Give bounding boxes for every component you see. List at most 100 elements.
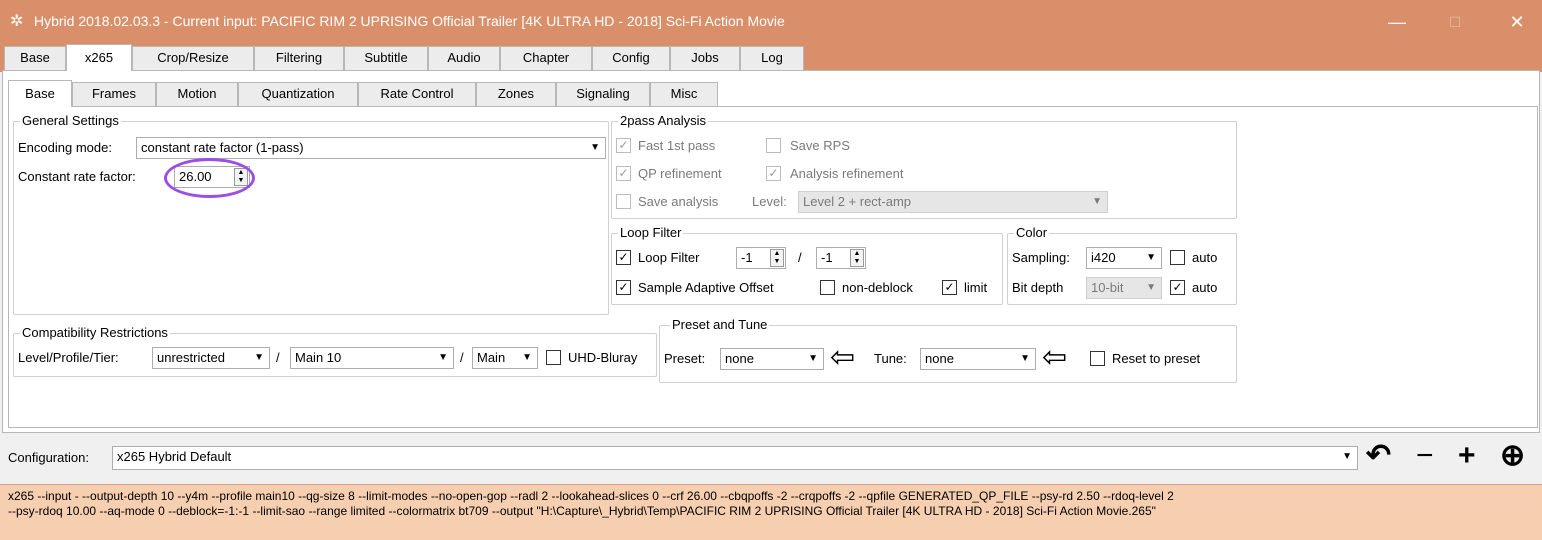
loop-filter-title: Loop Filter — [618, 225, 684, 240]
preset-select[interactable]: none ▼ — [720, 348, 824, 370]
dropdown-arrow-icon: ▼ — [1146, 252, 1156, 263]
bitdepth-value: 10-bit — [1091, 280, 1124, 295]
dropdown-arrow-icon: ▼ — [438, 352, 448, 363]
qp-refinement-checkbox[interactable]: ✓ — [616, 166, 631, 181]
level-restriction-select[interactable]: unrestricted ▼ — [152, 347, 270, 369]
twopass-analysis-group: 2pass Analysis ✓ Fast 1st pass Save RPS … — [611, 113, 1237, 219]
tab-x265[interactable]: x265 — [66, 44, 132, 71]
crf-value: 26.00 — [179, 169, 212, 184]
tune-select[interactable]: none ▼ — [920, 348, 1036, 370]
tab-jobs[interactable]: Jobs — [670, 46, 740, 70]
tab-subtitle[interactable]: Subtitle — [344, 46, 428, 70]
tab-filtering[interactable]: Filtering — [254, 46, 344, 70]
left-arrow-icon[interactable]: ⇦ — [1042, 343, 1067, 373]
crf-label: Constant rate factor: — [18, 169, 136, 184]
loop-filter-alpha-value: -1 — [741, 250, 753, 265]
command-line-2: --psy-rdoq 10.00 --aq-mode 0 --deblock=-… — [8, 504, 1156, 518]
tune-label: Tune: — [874, 351, 907, 366]
analysis-refinement-label: Analysis refinement — [790, 166, 904, 181]
tab-zones[interactable]: Zones — [476, 82, 556, 106]
tier-select[interactable]: Main ▼ — [472, 347, 538, 369]
save-analysis-checkbox[interactable] — [616, 194, 631, 209]
fast-first-pass-checkbox[interactable]: ✓ — [616, 138, 631, 153]
compatibility-group: Compatibility Restrictions Level/Profile… — [13, 325, 657, 377]
loop-filter-group: Loop Filter ✓ Loop Filter -1 ▲ ▼ / -1 ▲ ▼ … — [611, 225, 1003, 305]
dropdown-arrow-icon: ▼ — [254, 352, 264, 363]
preset-value: none — [725, 351, 754, 366]
tab-log[interactable]: Log — [740, 46, 804, 70]
sampling-value: i420 — [1091, 250, 1116, 265]
dropdown-arrow-icon: ▼ — [1342, 451, 1352, 462]
tab-frames[interactable]: Frames — [72, 82, 156, 106]
reset-to-preset-checkbox[interactable] — [1090, 351, 1105, 366]
preset-tune-group: Preset and Tune Preset: none ▼ ⇦ Tune: n… — [659, 317, 1237, 383]
encoding-mode-select[interactable]: constant rate factor (1-pass) ▼ — [136, 137, 606, 159]
loop-filter-alpha-spinbox[interactable]: -1 ▲ ▼ — [736, 247, 786, 269]
tab-base[interactable]: Base — [4, 46, 66, 70]
undo-icon[interactable]: ↶ — [1366, 438, 1391, 474]
tier-separator: / — [460, 350, 464, 365]
maximize-icon[interactable]: ☐ — [1432, 0, 1478, 44]
compatibility-title: Compatibility Restrictions — [20, 325, 170, 340]
encoding-mode-value: constant rate factor (1-pass) — [141, 140, 304, 155]
minus-icon[interactable]: − — [1416, 438, 1434, 474]
loop-filter-separator: / — [798, 250, 802, 265]
left-arrow-icon[interactable]: ⇦ — [830, 343, 855, 373]
save-rps-label: Save RPS — [790, 138, 850, 153]
general-settings-title: General Settings — [20, 113, 121, 128]
tab-misc[interactable]: Misc — [650, 82, 718, 106]
tier-value: Main — [477, 350, 506, 365]
tab-motion[interactable]: Motion — [156, 82, 238, 106]
level-select[interactable]: Level 2 + rect-amp ▼ — [798, 191, 1108, 213]
sampling-select[interactable]: i420 ▼ — [1086, 247, 1162, 269]
title-bar: ✲ Hybrid 2018.02.03.3 - Current input: P… — [0, 0, 1542, 44]
sampling-auto-checkbox[interactable] — [1170, 250, 1185, 265]
save-rps-checkbox[interactable] — [766, 138, 781, 153]
sub-tab-strip: Base Frames Motion Quantization Rate Con… — [6, 80, 806, 108]
sampling-label: Sampling: — [1012, 250, 1070, 265]
tab-chapter[interactable]: Chapter — [500, 46, 592, 70]
limit-checkbox[interactable]: ✓ — [942, 280, 957, 295]
spin-arrows-icon[interactable]: ▲ ▼ — [234, 168, 248, 186]
tab-audio[interactable]: Audio — [428, 46, 500, 70]
plus-icon[interactable]: + — [1458, 438, 1476, 474]
sao-checkbox[interactable]: ✓ — [616, 280, 631, 295]
tab-signaling[interactable]: Signaling — [556, 82, 650, 106]
tab-config[interactable]: Config — [592, 46, 670, 70]
preset-tune-title: Preset and Tune — [670, 317, 770, 332]
tab-sub-base[interactable]: Base — [8, 80, 72, 107]
analysis-refinement-checkbox[interactable]: ✓ — [766, 166, 781, 181]
tab-quantization[interactable]: Quantization — [238, 82, 358, 106]
spin-arrows-icon[interactable]: ▲ ▼ — [850, 249, 864, 267]
main-tab-strip: Base x265 Crop/Resize Filtering Subtitle… — [0, 44, 1542, 72]
dropdown-arrow-icon: ▼ — [1020, 353, 1030, 364]
close-icon[interactable]: ✕ — [1494, 0, 1540, 44]
tab-crop-resize[interactable]: Crop/Resize — [132, 46, 254, 70]
profile-select[interactable]: Main 10 ▼ — [290, 347, 454, 369]
spin-arrows-icon[interactable]: ▲ ▼ — [770, 249, 784, 267]
tab-rate-control[interactable]: Rate Control — [358, 82, 476, 106]
reset-to-preset-label: Reset to preset — [1112, 351, 1201, 366]
command-line-1: x265 --input - --output-depth 10 --y4m -… — [8, 489, 1174, 503]
preset-label: Preset: — [664, 351, 706, 366]
uhd-bluray-checkbox[interactable] — [546, 350, 561, 365]
window-title: Hybrid 2018.02.03.3 - Current input: PAC… — [34, 13, 785, 29]
loop-filter-checkbox[interactable]: ✓ — [616, 250, 631, 265]
dropdown-arrow-icon: ▼ — [590, 142, 600, 153]
level-label: Level: — [752, 194, 787, 209]
configuration-select[interactable]: x265 Hybrid Default ▼ — [112, 446, 1358, 470]
crf-spinbox[interactable]: 26.00 ▲ ▼ — [174, 166, 250, 188]
command-line-output: x265 --input - --output-depth 10 --y4m -… — [0, 484, 1542, 540]
non-deblock-label: non-deblock — [842, 280, 913, 295]
base-settings-panel: General Settings Encoding mode: constant… — [8, 106, 1538, 428]
bitdepth-select[interactable]: 10-bit ▼ — [1086, 277, 1162, 299]
minimize-icon[interactable]: — — [1374, 0, 1420, 44]
encoding-mode-label: Encoding mode: — [18, 140, 112, 155]
uhd-bluray-label: UHD-Bluray — [568, 350, 638, 365]
dropdown-arrow-icon: ▼ — [808, 353, 818, 364]
save-config-icon[interactable]: ⊕ — [1500, 438, 1525, 474]
bitdepth-auto-checkbox[interactable]: ✓ — [1170, 280, 1185, 295]
non-deblock-checkbox[interactable] — [820, 280, 835, 295]
loop-filter-beta-spinbox[interactable]: -1 ▲ ▼ — [816, 247, 866, 269]
dropdown-arrow-icon: ▼ — [522, 352, 532, 363]
